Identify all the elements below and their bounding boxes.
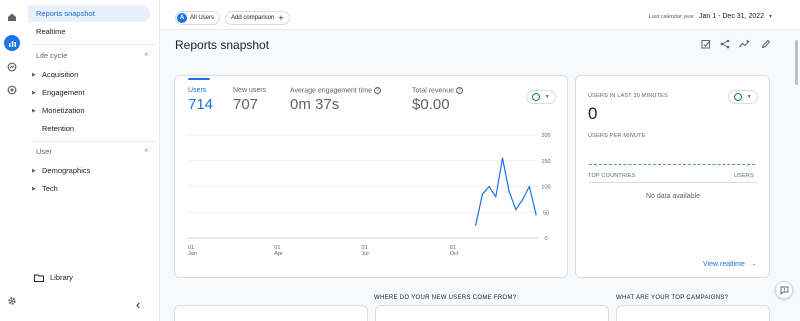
reports-icon[interactable] [4,35,20,51]
explore-icon[interactable] [4,59,20,75]
campaigns-question: WHAT ARE YOUR TOP CAMPAIGNS? [616,295,729,301]
nav-tech-label: Tech [42,184,58,193]
no-data-message: No data available [645,193,701,200]
nav-section-user[interactable]: User ^ [36,147,148,156]
x-tick-label: Oct [450,251,459,257]
expand-triangle-icon: ▶ [32,107,36,114]
folder-icon [34,274,44,282]
per-minute-label: USERS PER MINUTE [588,133,646,139]
table-divider [589,182,757,183]
admin-gear-icon[interactable] [4,293,20,309]
nav-demographics-label: Demographics [42,166,91,175]
nav-section-lifecycle-label: Life cycle [36,51,68,60]
data-point [501,157,504,159]
nav-divider [32,141,156,142]
nav-section-user-label: User [36,147,52,156]
expand-triangle-icon: ▶ [32,167,36,174]
nav-realtime[interactable]: Realtime [28,23,150,40]
nav-engagement[interactable]: ▶ Engagement [32,88,85,97]
x-tick-label: Apr [274,251,283,257]
bottom-card-middle [375,305,609,321]
nav-tech[interactable]: ▶ Tech [32,184,58,193]
nav-library-label: Library [50,273,73,282]
expand-triangle-icon: ▶ [32,185,36,192]
users-30-label: USERS IN LAST 30 MINUTES [588,93,668,99]
y-tick-label: 150 [541,159,550,165]
data-point [535,214,537,216]
view-realtime-link[interactable]: View realtime → [703,261,757,268]
y-tick-label: 200 [541,133,550,139]
collapse-caret-icon: ^ [144,147,148,156]
bottom-card-right [616,305,770,321]
nav-acquisition-label: Acquisition [42,70,79,79]
icon-rail [0,0,24,321]
reports-nav: Reports snapshot Realtime Life cycle ^ ▶… [24,0,160,321]
advertising-icon[interactable] [4,82,20,98]
users-30-value: 0 [588,104,598,123]
data-point [528,185,530,188]
feedback-icon [780,286,788,295]
nav-reports-snapshot[interactable]: Reports snapshot [28,5,150,22]
collapse-nav-icon[interactable]: ‹ [136,297,140,312]
data-point [522,198,524,200]
x-tick-label: Jul [362,251,369,257]
nav-library[interactable]: Library [34,273,73,282]
collapse-caret-icon: ^ [144,51,148,60]
nav-monetization-label: Monetization [42,106,85,115]
nav-monetization[interactable]: ▶ Monetization [32,106,85,115]
home-icon[interactable] [4,9,20,25]
nav-engagement-label: Engagement [42,88,85,97]
y-tick-label: 0 [544,236,547,242]
data-point [481,193,483,195]
arrow-right-icon: → [749,261,757,268]
nav-divider [32,44,156,45]
bottom-card-left [174,305,368,321]
per-minute-baseline [589,164,755,165]
data-point [508,191,510,193]
x-tick-label: Jan [188,251,197,257]
users-col-label: USERS [734,173,754,179]
expand-triangle-icon: ▶ [32,89,36,96]
data-point [488,185,490,188]
users-series-line [475,157,537,226]
feedback-button[interactable] [775,281,793,299]
data-point [515,209,517,211]
nav-demographics[interactable]: ▶ Demographics [32,166,90,175]
chevron-down-icon: ▼ [746,94,752,100]
main-content: A All Users Add comparison + Last calend… [160,0,800,321]
y-tick-label: 100 [541,185,550,191]
nav-retention[interactable]: Retention [42,124,74,133]
top-countries-label: TOP COUNTRIES [588,173,636,179]
expand-triangle-icon: ▶ [32,71,36,78]
new-users-question: WHERE DO YOUR NEW USERS COME FROM? [374,295,517,301]
check-circle-icon [734,93,743,101]
realtime-quality-chip[interactable]: ▼ [728,90,758,104]
data-point [475,224,477,226]
nav-section-lifecycle[interactable]: Life cycle ^ [36,51,148,60]
page-scrollbar[interactable] [795,40,798,85]
view-realtime-label: View realtime [703,261,745,268]
y-tick-label: 50 [543,210,549,216]
nav-acquisition[interactable]: ▶ Acquisition [32,70,78,79]
data-point [495,196,497,198]
